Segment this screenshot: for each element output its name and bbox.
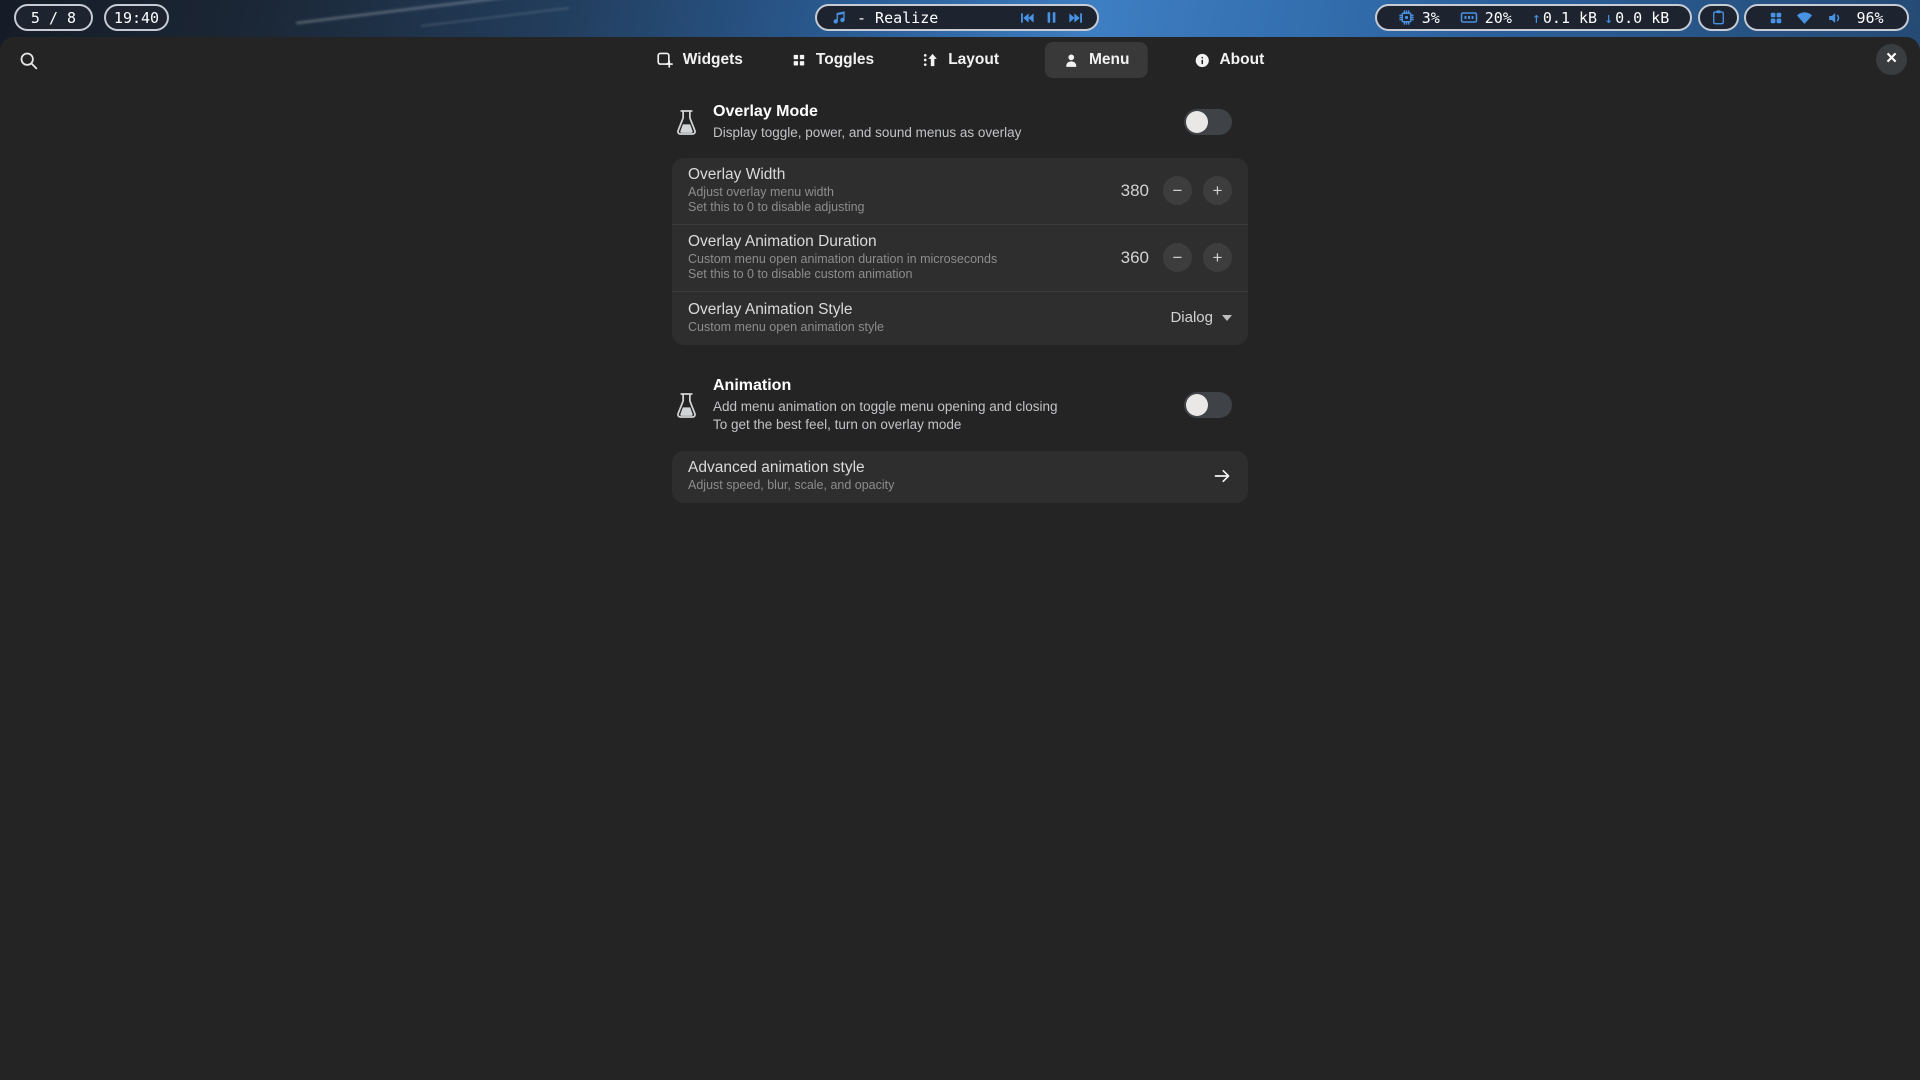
animation-title: Animation [713, 377, 1184, 395]
system-tray-pill[interactable]: 96% [1744, 4, 1909, 31]
close-icon[interactable]: × [1876, 44, 1907, 75]
dropdown-selected-value: Dialog [1170, 309, 1213, 326]
overlay-animation-duration-row: Overlay Animation Duration Custom menu o… [672, 224, 1248, 291]
overlay-animation-duration-subtitle: Custom menu open animation duration in m… [688, 252, 1111, 268]
advanced-animation-title: Advanced animation style [688, 459, 1202, 477]
memory-usage: 20% [1485, 9, 1512, 27]
overlay-mode-row: Overlay Mode Display toggle, power, and … [672, 103, 1248, 142]
toggles-grid-icon [791, 52, 807, 68]
settings-window: Widgets Toggles Layout [0, 37, 1920, 1080]
advanced-animation-subtitle: Adjust speed, blur, scale, and opacity [688, 478, 1202, 494]
battery-level: 96% [1856, 9, 1883, 27]
tab-label: Layout [948, 51, 999, 69]
app-grid-icon [1769, 11, 1783, 25]
desktop: 5 / 8 19:40 - Realize 3% [0, 0, 1920, 1080]
download-rate: 0.0 kB [1615, 9, 1669, 27]
animation-subtitle-line2: To get the best feel, turn on overlay mo… [713, 416, 1184, 434]
workspace-indicator[interactable]: 5 / 8 [14, 4, 93, 31]
info-icon [1193, 52, 1210, 69]
advanced-animation-style-row[interactable]: Advanced animation style Adjust speed, b… [672, 451, 1248, 503]
media-title: - Realize [857, 9, 938, 27]
menu-settings-page: Overlay Mode Display toggle, power, and … [672, 89, 1248, 503]
tab-label: Menu [1089, 51, 1129, 69]
overlay-width-value: 380 [1121, 181, 1149, 201]
skip-forward-icon[interactable] [1068, 11, 1084, 25]
memory-icon [1460, 10, 1478, 25]
overlay-animation-style-text: Overlay Animation Style Custom menu open… [688, 301, 1170, 336]
tab-about[interactable]: About [1191, 42, 1266, 78]
tab-widgets[interactable]: Widgets [654, 42, 745, 78]
clipboard-icon [1711, 9, 1726, 26]
switch-knob [1186, 111, 1208, 133]
overlay-mode-subtitle: Display toggle, power, and sound menus a… [713, 124, 1184, 142]
media-player-pill[interactable]: - Realize [815, 4, 1099, 31]
tab-menu[interactable]: Menu [1045, 42, 1147, 78]
tab-toggles[interactable]: Toggles [789, 42, 876, 78]
tab-bar: Widgets Toggles Layout [654, 42, 1266, 78]
person-icon [1063, 52, 1080, 69]
download-arrow-icon: ↓ [1604, 9, 1613, 27]
overlay-animation-duration-note: Set this to 0 to disable custom animatio… [688, 267, 1111, 283]
speaker-icon [1826, 10, 1843, 26]
overlay-width-title: Overlay Width [688, 166, 1111, 184]
animation-text: Animation Add menu animation on toggle m… [713, 377, 1184, 433]
layout-sort-icon [922, 51, 939, 69]
plus-icon[interactable]: + [1203, 176, 1232, 205]
clock-label: 19:40 [114, 9, 159, 27]
tab-layout[interactable]: Layout [920, 42, 1001, 78]
skip-backward-icon[interactable] [1019, 11, 1035, 25]
animation-subtitle-line1: Add menu animation on toggle menu openin… [713, 398, 1184, 416]
clock[interactable]: 19:40 [104, 4, 169, 31]
overlay-animation-duration-title: Overlay Animation Duration [688, 233, 1111, 251]
overlay-settings-card: Overlay Width Adjust overlay menu width … [672, 158, 1248, 346]
arrow-right-icon[interactable] [1212, 467, 1232, 485]
clipboard-pill[interactable] [1698, 4, 1739, 31]
window-header: Widgets Toggles Layout [0, 37, 1920, 89]
plus-icon[interactable]: + [1203, 243, 1232, 272]
minus-icon[interactable]: − [1163, 176, 1192, 205]
chevron-down-icon [1222, 315, 1232, 321]
overlay-width-text: Overlay Width Adjust overlay menu width … [688, 166, 1121, 216]
top-bar: 5 / 8 19:40 - Realize 3% [0, 0, 1920, 37]
system-stats-pill[interactable]: 3% 20% ↑ 0.1 kB ↓ 0.0 kB [1375, 4, 1692, 31]
overlay-animation-style-title: Overlay Animation Style [688, 301, 1160, 319]
switch-knob [1186, 394, 1208, 416]
animation-row: Animation Add menu animation on toggle m… [672, 377, 1248, 433]
tab-label: About [1219, 51, 1264, 69]
animation-switch[interactable] [1184, 392, 1232, 418]
overlay-width-note: Set this to 0 to disable adjusting [688, 200, 1111, 216]
cpu-chip-icon [1398, 9, 1415, 26]
search-icon[interactable] [18, 50, 39, 74]
overlay-mode-switch[interactable] [1184, 109, 1232, 135]
upload-arrow-icon: ↑ [1532, 9, 1541, 27]
workspace-label: 5 / 8 [31, 9, 76, 27]
overlay-animation-style-row[interactable]: Overlay Animation Style Custom menu open… [672, 291, 1248, 346]
overlay-animation-duration-value: 360 [1121, 248, 1149, 268]
overlay-animation-duration-spinner: 360 − + [1121, 243, 1232, 272]
overlay-mode-text: Overlay Mode Display toggle, power, and … [713, 103, 1184, 142]
overlay-width-spinner: 380 − + [1121, 176, 1232, 205]
overlay-mode-title: Overlay Mode [713, 103, 1184, 121]
overlay-width-subtitle: Adjust overlay menu width [688, 185, 1111, 201]
music-note-icon [830, 9, 847, 26]
overlay-animation-duration-text: Overlay Animation Duration Custom menu o… [688, 233, 1121, 283]
pause-icon[interactable] [1045, 10, 1058, 25]
widget-add-icon [656, 51, 674, 69]
overlay-animation-style-subtitle: Custom menu open animation style [688, 320, 1160, 336]
advanced-animation-text: Advanced animation style Adjust speed, b… [688, 459, 1212, 494]
flask-icon [672, 108, 700, 137]
advanced-animation-card: Advanced animation style Adjust speed, b… [672, 451, 1248, 503]
wifi-icon [1796, 10, 1813, 25]
overlay-animation-style-dropdown[interactable]: Dialog [1170, 309, 1232, 326]
minus-icon[interactable]: − [1163, 243, 1192, 272]
overlay-width-row: Overlay Width Adjust overlay menu width … [672, 158, 1248, 224]
cpu-usage: 3% [1422, 9, 1440, 27]
tab-label: Widgets [683, 51, 743, 69]
flask-icon [672, 391, 700, 420]
upload-rate: 0.1 kB [1543, 9, 1597, 27]
tab-label: Toggles [816, 51, 874, 69]
